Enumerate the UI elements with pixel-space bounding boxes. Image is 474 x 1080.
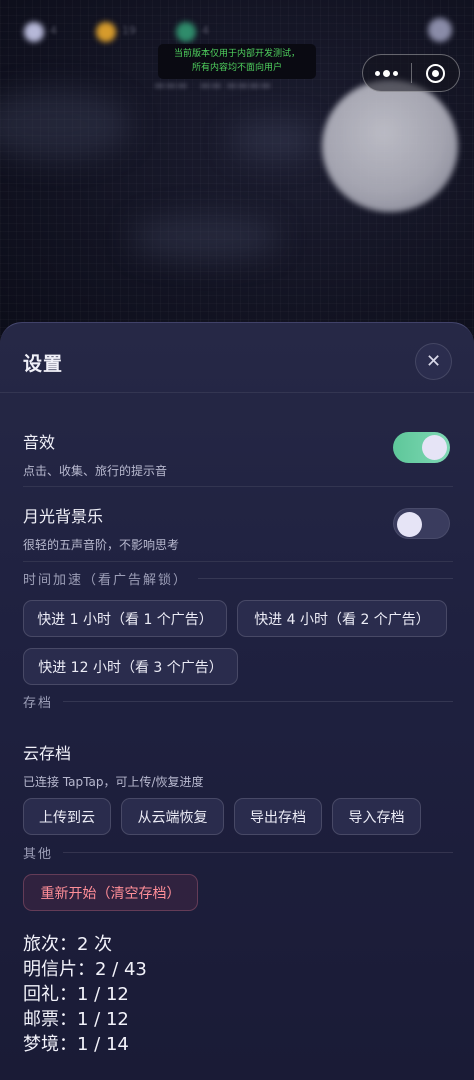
speedup-1h-button[interactable]: 快进 1 小时（看 1 个广告） <box>23 600 227 637</box>
speedup-4h-button[interactable]: 快进 4 小时（看 2 个广告） <box>237 600 447 637</box>
sun-icon <box>428 18 452 42</box>
export-save-button[interactable]: 导出存档 <box>234 798 322 835</box>
sound-setting: 音效 点击、收集、旅行的提示音 <box>23 429 453 479</box>
coin-hud-icon <box>96 22 116 42</box>
music-desc: 很轻的五声音阶，不影响思考 <box>23 538 180 552</box>
section-speedup: 时间加速（看广告解锁） <box>23 569 453 588</box>
section-save-label: 存档 <box>23 696 54 711</box>
miniprogram-capsule <box>362 54 460 92</box>
music-toggle[interactable] <box>393 508 450 539</box>
cloud <box>130 215 280 260</box>
more-menu-button[interactable] <box>363 55 411 91</box>
blurred-status-line: ▬▬▬ · ▬▬ ▬▬▬▬ <box>154 78 272 92</box>
dev-notice: 当前版本仅用于内部开发测试， 所有内容均不面向用户 <box>158 44 316 79</box>
close-button[interactable]: ✕ <box>415 343 452 380</box>
import-save-button[interactable]: 导入存档 <box>332 798 421 835</box>
cloud <box>230 120 320 160</box>
cloud-save-setting: 云存档 已连接 TapTap，可上传/恢复进度 <box>23 740 453 790</box>
moon-hud-icon <box>24 22 44 42</box>
leaf-hud-icon <box>176 22 196 42</box>
stat-stamps: 邮票：1 / 12 <box>23 1009 129 1030</box>
toggle-knob <box>422 435 447 460</box>
section-rule <box>63 852 453 853</box>
sound-toggle[interactable] <box>393 432 450 463</box>
more-dots-icon <box>375 70 381 76</box>
cloud-save-title: 云存档 <box>23 744 72 763</box>
speedup-12h-button[interactable]: 快进 12 小时（看 3 个广告） <box>23 648 238 685</box>
music-title: 月光背景乐 <box>23 507 104 526</box>
cloud-save-desc: 已连接 TapTap，可上传/恢复进度 <box>23 775 204 789</box>
music-setting: 月光背景乐 很轻的五声音阶，不影响思考 <box>23 503 453 553</box>
section-other-label: 其他 <box>23 847 54 862</box>
section-rule <box>198 578 453 579</box>
section-speedup-label: 时间加速（看广告解锁） <box>23 573 189 588</box>
divider <box>23 561 453 562</box>
hud-value: 4 <box>202 24 209 37</box>
stat-gifts: 回礼：1 / 12 <box>23 984 129 1005</box>
toggle-knob <box>397 512 422 537</box>
section-other: 其他 <box>23 843 453 862</box>
stat-postcards: 明信片：2 / 43 <box>23 959 147 980</box>
capsule-close-button[interactable] <box>411 55 459 91</box>
section-save: 存档 <box>23 692 453 711</box>
restore-cloud-button[interactable]: 从云端恢复 <box>121 798 224 835</box>
sheet-header: 设置 ✕ <box>0 323 474 393</box>
sound-desc: 点击、收集、旅行的提示音 <box>23 464 168 478</box>
sheet-title: 设置 <box>23 353 64 375</box>
section-rule <box>63 701 453 702</box>
settings-sheet: 设置 ✕ 音效 点击、收集、旅行的提示音 月光背景乐 很轻的五声音阶，不影响思考… <box>0 322 474 1080</box>
dev-notice-line2: 所有内容均不面向用户 <box>191 63 282 73</box>
dev-notice-line1: 当前版本仅用于内部开发测试， <box>173 49 300 59</box>
hud-value: 4 <box>50 24 57 37</box>
stat-dreams: 梦境：1 / 14 <box>23 1034 129 1055</box>
sound-title: 音效 <box>23 433 56 452</box>
reset-game-button[interactable]: 重新开始（清空存档） <box>23 874 198 911</box>
target-close-icon <box>425 63 445 83</box>
close-icon: ✕ <box>425 351 442 372</box>
hud-value: 19 <box>122 24 136 37</box>
moon <box>322 80 458 212</box>
stat-trips: 旅次：2 次 <box>23 934 113 955</box>
upload-cloud-button[interactable]: 上传到云 <box>23 798 111 835</box>
divider <box>23 486 453 487</box>
